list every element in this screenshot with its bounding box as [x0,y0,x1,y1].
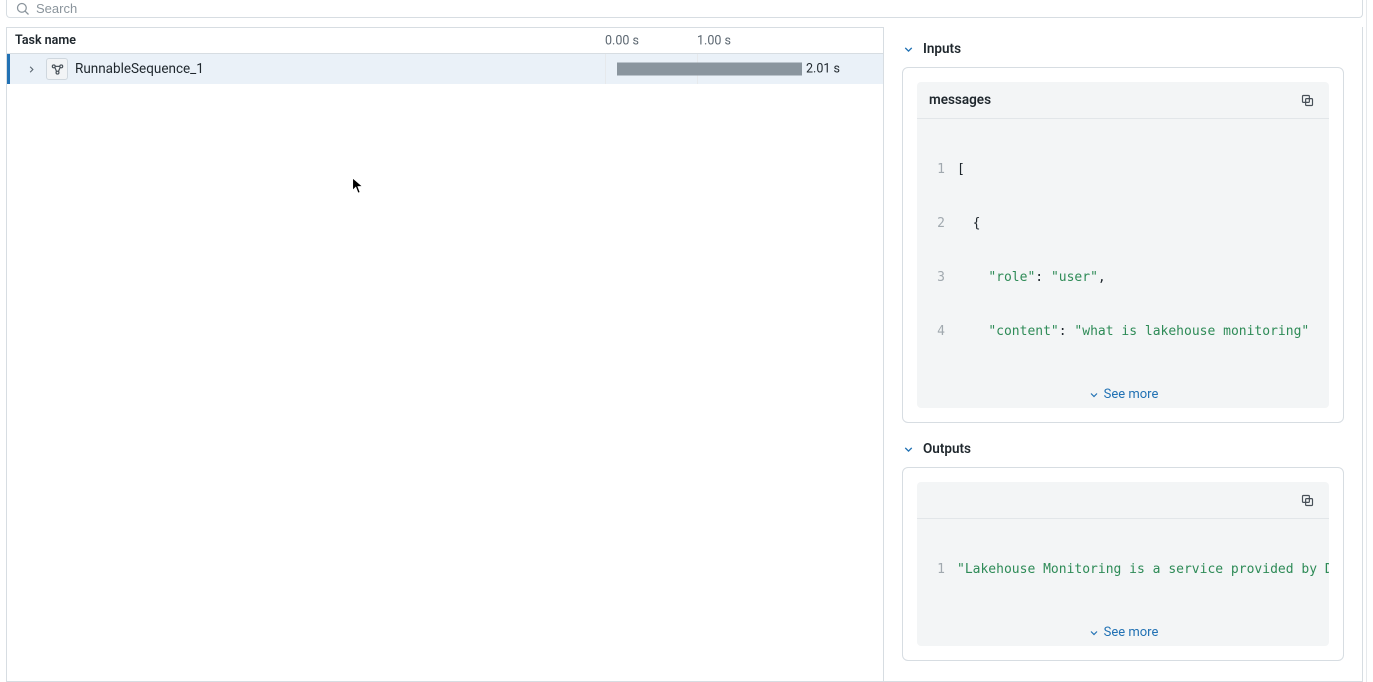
task-name-header: Task name [7,33,605,48]
outputs-code-body: 1 "Lakehouse Monitoring is a service pro… [917,519,1329,619]
outputs-section-header[interactable]: Outputs [902,441,1344,457]
search-icon [15,1,30,16]
trace-header-row: Task name 0.00 s 1.00 s [7,27,883,54]
search-input[interactable] [36,1,1354,16]
outputs-card-header [917,482,1329,519]
inputs-panel: messages 1 [ 2 { [902,67,1344,423]
cursor-pointer-icon [351,177,365,195]
inputs-card-title: messages [929,92,991,108]
outputs-title: Outputs [923,441,971,457]
expand-toggle[interactable] [23,61,39,77]
trace-left-pane: Task name 0.00 s 1.00 s [7,27,884,681]
timeline-tick: 1.00 s [697,33,731,48]
inputs-code-card: messages 1 [ 2 { [917,82,1329,408]
timeline-cell: 2.01 s [605,54,883,84]
copy-icon [1300,493,1315,508]
inputs-title: Inputs [923,41,961,57]
code-line: 3 "role": "user", [917,269,1329,287]
inputs-section-header[interactable]: Inputs [902,41,1344,57]
task-row[interactable]: RunnableSequence_1 2.01 s [7,54,883,84]
details-right-pane: Inputs messages 1 [ [884,27,1362,681]
see-more-button[interactable]: See more [917,619,1329,646]
outputs-panel: 1 "Lakehouse Monitoring is a service pro… [902,467,1344,661]
code-line: 2 { [917,215,1329,233]
task-type-icon [46,58,68,80]
code-line: 1 "Lakehouse Monitoring is a service pro… [917,561,1329,579]
inputs-card-header: messages [917,82,1329,119]
chevron-down-icon [1088,627,1100,639]
chevron-down-icon [902,43,915,56]
inputs-code-body: 1 [ 2 { 3 "role": "user", [917,119,1329,381]
see-more-button[interactable]: See more [917,381,1329,408]
outputs-section: Outputs 1 "Lakehouse Mo [902,441,1344,661]
copy-icon [1300,93,1315,108]
code-line: 1 [ [917,161,1329,179]
chain-icon [50,62,65,77]
outputs-code-card: 1 "Lakehouse Monitoring is a service pro… [917,482,1329,646]
search-bar[interactable] [6,0,1363,18]
scrollbar-rail[interactable] [1366,0,1373,682]
timeline-header: 0.00 s 1.00 s [605,28,883,53]
task-name-label: RunnableSequence_1 [75,61,204,77]
chevron-down-icon [1088,389,1100,401]
timeline-tick: 0.00 s [605,33,639,48]
inputs-section: Inputs messages 1 [ [902,41,1344,423]
duration-bar [617,63,802,76]
chevron-down-icon [902,443,915,456]
copy-button[interactable] [1297,490,1317,510]
code-line: 4 "content": "what is lakehouse monitori… [917,323,1329,341]
copy-button[interactable] [1297,90,1317,110]
duration-label: 2.01 s [806,62,840,77]
timeline-gridline [605,54,606,84]
chevron-right-icon [26,64,37,75]
